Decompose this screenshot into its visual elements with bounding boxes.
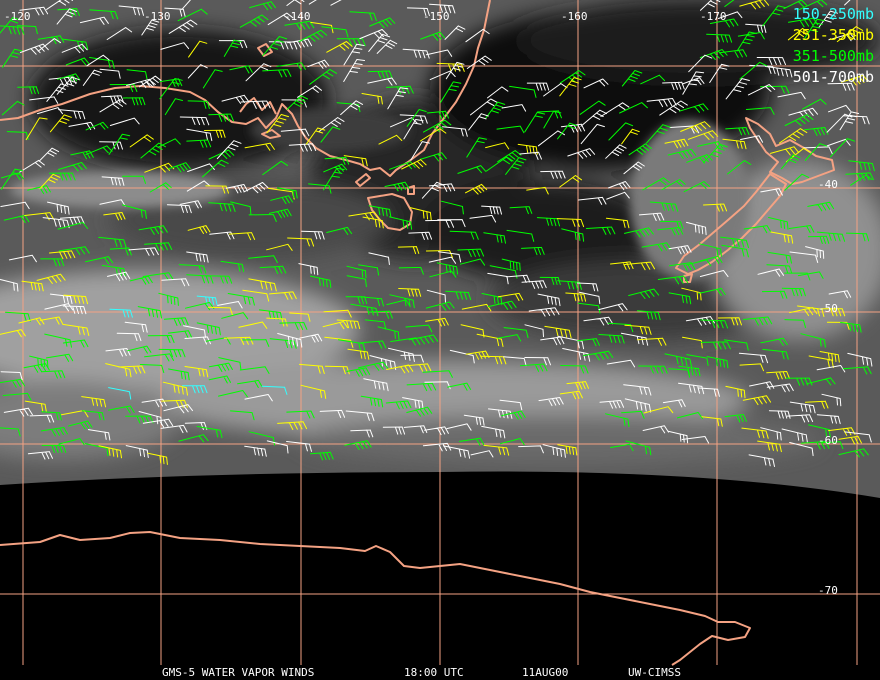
lon-label: -140 (284, 10, 311, 23)
legend-item-150-250: 150-250mb (792, 5, 874, 23)
lat-label: -70 (818, 584, 838, 597)
pressure-legend: 150-250mb 251-350mb 351-500mb 501-700mb (793, 4, 874, 88)
source-label: UW-CIMSS (628, 666, 681, 679)
product-label: GMS-5 WATER VAPOR WINDS (162, 666, 315, 679)
lat-label: -40 (818, 178, 838, 191)
legend-item-351-500: 351-500mb (792, 47, 874, 65)
lat-label: -50 (818, 302, 838, 315)
lon-label: -160 (561, 10, 588, 23)
lon-label: -130 (144, 10, 171, 23)
lat-label: -60 (818, 434, 838, 447)
lon-label: -170 (700, 10, 727, 23)
lon-label: -150 (423, 10, 450, 23)
legend-item-501-700: 501-700mb (792, 68, 874, 86)
footer-bar: GMS-5 WATER VAPOR WINDS 18:00 UTC 11AUG0… (0, 664, 880, 680)
date-label: 11AUG00 (522, 666, 569, 679)
time-label: 18:00 UTC (404, 666, 464, 679)
legend-item-251-350: 251-350mb (792, 26, 874, 44)
water-vapor-map: -120 -130 -140 -150 -160 -170 -40 -50 -6… (0, 0, 880, 680)
lon-label: -120 (4, 10, 31, 23)
